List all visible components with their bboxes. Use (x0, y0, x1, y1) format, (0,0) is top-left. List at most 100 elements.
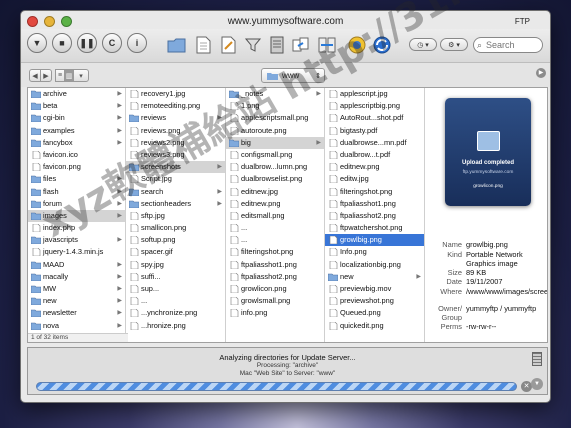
web-browser-button[interactable] (347, 35, 367, 54)
trash-icon[interactable] (532, 352, 542, 366)
folder-row[interactable]: MW ▶ (28, 283, 125, 295)
pause-button[interactable]: ❚❚ (77, 33, 97, 53)
folder-row[interactable]: nova ▶ (28, 320, 125, 332)
file-row[interactable]: 1.png (226, 100, 324, 112)
file-row[interactable]: favicon.ico (28, 149, 125, 161)
folder-row[interactable]: fancybox ▶ (28, 137, 125, 149)
file-row[interactable]: Queued.png (325, 307, 424, 319)
file-row[interactable]: applescript.jpg (325, 88, 424, 100)
file-row[interactable]: editnew.png (325, 161, 424, 173)
file-row[interactable]: bigtasty.pdf (325, 125, 424, 137)
folder-row[interactable]: images ▶ (28, 209, 125, 223)
file-row[interactable]: sftp.jpg (126, 210, 225, 222)
file-row[interactable]: AutoRout...shot.pdf (325, 112, 424, 124)
file-row[interactable]: autoroute.png (226, 125, 324, 137)
folder-row[interactable]: flash ▶ (28, 186, 125, 198)
file-row[interactable]: localizationbig.png (325, 259, 424, 271)
folder-row[interactable]: big ▶ (226, 136, 324, 149)
folder-row[interactable]: files ▶ (28, 173, 125, 185)
file-row[interactable]: reviews.png (126, 125, 225, 137)
file-row[interactable]: filteringshot.png (226, 246, 324, 258)
path-popup[interactable]: www ⇕ (261, 68, 325, 83)
file-row[interactable]: previewbig.mov (325, 283, 424, 295)
file-row[interactable]: sup... (126, 283, 225, 295)
folder-row[interactable]: sectionheaders ▶ (126, 198, 225, 210)
file-row[interactable]: ... (226, 222, 324, 234)
file-row[interactable]: ... (126, 295, 225, 307)
view-options-button[interactable]: ▾ (73, 69, 89, 82)
file-row[interactable]: editsmall.png (226, 210, 324, 222)
folder-row[interactable]: screenshots ▶ (126, 161, 225, 174)
folder-row[interactable]: macally ▶ (28, 271, 125, 283)
new-file-button[interactable] (193, 35, 213, 54)
folder-row[interactable]: newsletter ▶ (28, 307, 125, 319)
file-row[interactable]: reviews2.png (126, 137, 225, 149)
file-row[interactable]: quickedit.png (325, 320, 424, 332)
action-menu[interactable]: ⚙ ▾ (440, 38, 468, 51)
disconnect-button[interactable]: ▼ (27, 33, 47, 53)
file-row[interactable]: editnew.png (226, 198, 324, 210)
file-row[interactable]: filteringshot.png (325, 186, 424, 198)
file-row[interactable]: ftpaliasshot2.png (325, 210, 424, 222)
sync-compare-button[interactable] (317, 35, 337, 54)
folder-row[interactable]: new ▶ (28, 295, 125, 307)
file-row[interactable]: editnew.jpg (226, 186, 324, 198)
path-go-button[interactable]: ▶ (536, 68, 546, 78)
file-row[interactable]: ... (226, 234, 324, 246)
file-row[interactable]: Info.png (325, 246, 424, 258)
file-row[interactable]: growlicon.png (226, 283, 324, 295)
file-row[interactable]: info.png (226, 307, 324, 319)
sync-arrows-button[interactable] (372, 35, 392, 54)
file-row[interactable]: ftpwatchershot.png (325, 222, 424, 234)
file-row[interactable]: spy.jpg (126, 259, 225, 271)
folder-row[interactable]: archive ▶ (28, 88, 125, 100)
folder-row[interactable]: reviews ▶ (126, 112, 225, 124)
file-row[interactable]: previewshot.png (325, 295, 424, 307)
edit-file-button[interactable] (218, 35, 238, 54)
file-row[interactable]: spacer.gif (126, 246, 225, 258)
search-input[interactable] (473, 37, 543, 53)
file-row[interactable]: editw.jpg (325, 173, 424, 185)
folder-row[interactable]: _notes ▶ (226, 88, 324, 100)
filter-button[interactable] (243, 35, 263, 54)
server-button[interactable] (267, 35, 287, 54)
new-folder-button[interactable] (167, 35, 187, 54)
file-row[interactable]: dualbrowse...mn.pdf (325, 137, 424, 149)
sync-button[interactable] (291, 35, 311, 54)
forward-button[interactable]: ▶ (40, 69, 52, 82)
file-row[interactable]: smallicon.png (126, 222, 225, 234)
history-menu[interactable]: ◷ ▾ (409, 38, 437, 51)
file-row[interactable]: ftpaliasshot2.png (226, 271, 324, 283)
file-row[interactable]: remoteediting.png (126, 100, 225, 112)
file-row[interactable]: recovery1.jpg (126, 88, 225, 100)
folder-row[interactable]: search ▶ (126, 186, 225, 198)
collapse-activity-button[interactable]: ▼ (531, 378, 543, 390)
folder-row[interactable]: javascripts ▶ (28, 234, 125, 246)
file-row[interactable]: ftpaliasshot1.png (226, 259, 324, 271)
file-row[interactable]: softup.png (126, 234, 225, 246)
file-row[interactable]: Script.jpg (126, 173, 225, 185)
file-row[interactable]: applescriptsmall.png (226, 112, 324, 124)
file-row[interactable]: applescriptbig.png (325, 100, 424, 112)
info-button[interactable]: i (127, 33, 147, 53)
file-row[interactable]: dualbrowselist.png (226, 173, 324, 185)
folder-row[interactable]: cgi-bin ▶ (28, 112, 125, 124)
file-row[interactable]: ...ynchronize.png (126, 307, 225, 319)
folder-row[interactable]: MAAD ▶ (28, 259, 125, 271)
file-row[interactable]: growlsmall.png (226, 295, 324, 307)
file-row[interactable]: dualbrow...lumn.png (226, 161, 324, 173)
file-row[interactable]: suffi... (126, 271, 225, 283)
folder-row[interactable]: forum ▶ (28, 198, 125, 210)
file-row[interactable]: configsmall.png (226, 149, 324, 161)
file-row[interactable]: reviews3.png (126, 149, 225, 161)
stop-button[interactable]: ■ (52, 33, 72, 53)
file-row[interactable]: dualbrow...t.pdf (325, 149, 424, 161)
folder-row[interactable]: beta ▶ (28, 100, 125, 112)
folder-row[interactable]: examples ▶ (28, 125, 125, 137)
file-row[interactable]: ftpaliasshot1.png (325, 198, 424, 210)
file-row[interactable]: growlbig.png (325, 234, 424, 247)
file-row[interactable]: index.php (28, 222, 125, 234)
folder-row[interactable]: new ▶ (325, 271, 424, 283)
file-row[interactable]: ...hronize.png (126, 320, 225, 332)
refresh-button[interactable]: C (102, 33, 122, 53)
